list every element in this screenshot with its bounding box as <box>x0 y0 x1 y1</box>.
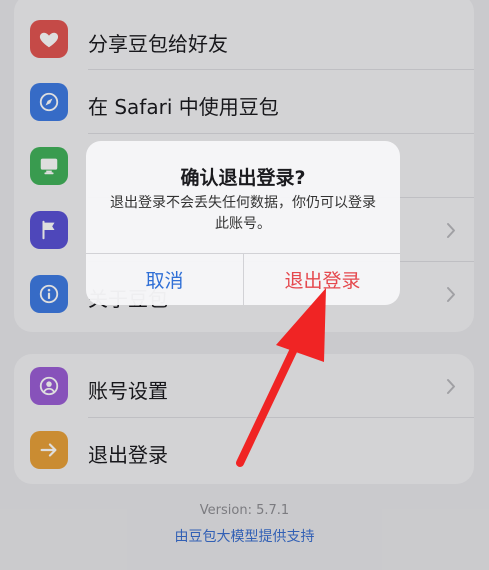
red-arrow-annotation <box>236 288 326 467</box>
arrow-head <box>276 288 326 362</box>
